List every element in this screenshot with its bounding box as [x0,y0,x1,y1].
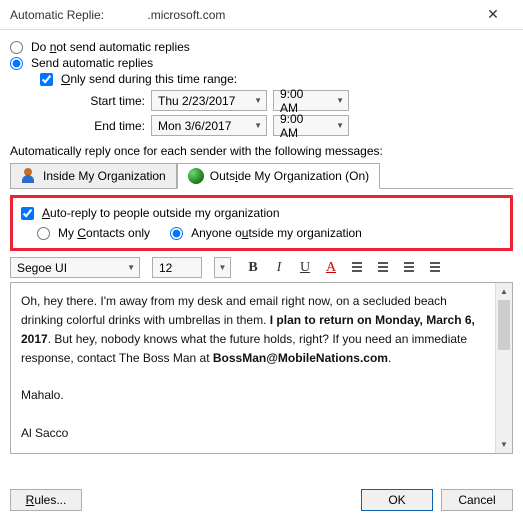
ok-button[interactable]: OK [361,489,433,511]
end-time-dropdown[interactable]: 9:00 AM ▼ [273,115,349,136]
font-family-dropdown[interactable]: Segoe UI ▼ [10,257,140,278]
auto-reply-outside-checkbox[interactable]: Auto-reply to people outside my organiza… [21,206,502,220]
indent-button[interactable] [425,258,445,278]
person-icon [21,168,37,184]
font-size-dropdown[interactable]: 12 [152,257,202,278]
anyone-outside-radio[interactable]: Anyone outside my organization [170,226,362,240]
title-right: .microsoft.com [147,8,225,22]
globe-icon [188,168,204,184]
number-list-button[interactable] [373,258,393,278]
outside-options-highlight: Auto-reply to people outside my organiza… [10,195,513,251]
only-send-range-checkbox[interactable]: Only send during this time range: [40,72,513,86]
rules-button[interactable]: Rules... [10,489,82,511]
bullet-list-button[interactable] [347,258,367,278]
bold-button[interactable]: B [243,258,263,278]
tab-inside[interactable]: Inside My Organization [10,163,177,189]
chevron-down-icon: ▼ [336,121,344,130]
editor-container: Oh, hey there. I'm away from my desk and… [10,282,513,454]
title-left: Automatic Replie: [10,8,104,22]
underline-button[interactable]: U [295,258,315,278]
scroll-thumb[interactable] [498,300,510,350]
send-radio[interactable]: Send automatic replies [10,56,513,70]
font-size-arrow[interactable]: ▼ [214,257,231,278]
chevron-down-icon: ▼ [127,263,135,272]
end-time-label: End time: [70,119,145,133]
tabs: Inside My Organization Outside My Organi… [10,162,513,189]
start-date-dropdown[interactable]: Thu 2/23/2017 ▼ [151,90,267,111]
tab-outside[interactable]: Outside My Organization (On) [177,163,380,189]
message-editor[interactable]: Oh, hey there. I'm away from my desk and… [11,283,495,453]
start-time-label: Start time: [70,94,145,108]
chevron-down-icon: ▼ [254,96,262,105]
scroll-up-icon[interactable]: ▲ [496,283,512,300]
outdent-button[interactable] [399,258,419,278]
italic-button[interactable]: I [269,258,289,278]
end-date-dropdown[interactable]: Mon 3/6/2017 ▼ [151,115,267,136]
scroll-down-icon[interactable]: ▼ [496,436,512,453]
chevron-down-icon: ▼ [254,121,262,130]
font-color-button[interactable]: A [321,258,341,278]
chevron-down-icon: ▼ [336,96,344,105]
editor-scrollbar[interactable]: ▲ ▼ [495,283,512,453]
close-icon[interactable]: ✕ [473,6,513,23]
contacts-only-radio[interactable]: My Contacts only [37,226,150,240]
section-message-label: Automatically reply once for each sender… [10,144,513,158]
start-time-dropdown[interactable]: 9:00 AM ▼ [273,90,349,111]
cancel-button[interactable]: Cancel [441,489,513,511]
editor-toolbar: Segoe UI ▼ 12 ▼ B I U A [10,257,513,278]
title-bar: Automatic Replie: .microsoft.com ✕ [0,0,523,30]
do-not-send-radio[interactable]: Do not send automatic replies [10,40,513,54]
